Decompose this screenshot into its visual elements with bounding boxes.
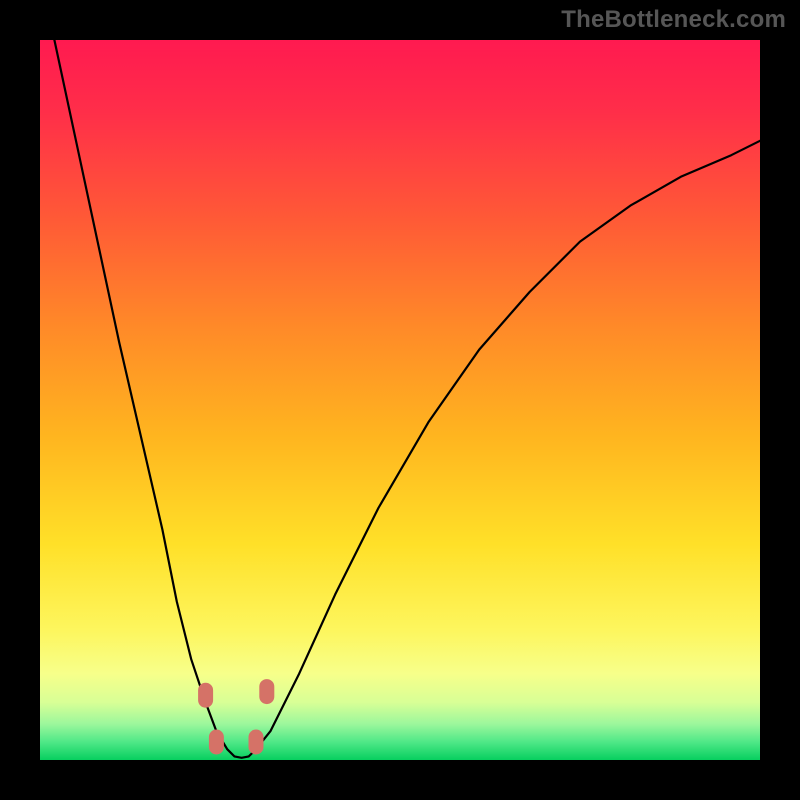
curve-marker (209, 730, 223, 754)
watermark-text: TheBottleneck.com (561, 6, 786, 34)
bottleneck-curve (40, 40, 760, 760)
plot-area (40, 40, 760, 760)
chart-frame: TheBottleneck.com (0, 0, 800, 800)
curve-marker (260, 680, 274, 704)
curve-marker (199, 683, 213, 707)
curve-marker (249, 730, 263, 754)
